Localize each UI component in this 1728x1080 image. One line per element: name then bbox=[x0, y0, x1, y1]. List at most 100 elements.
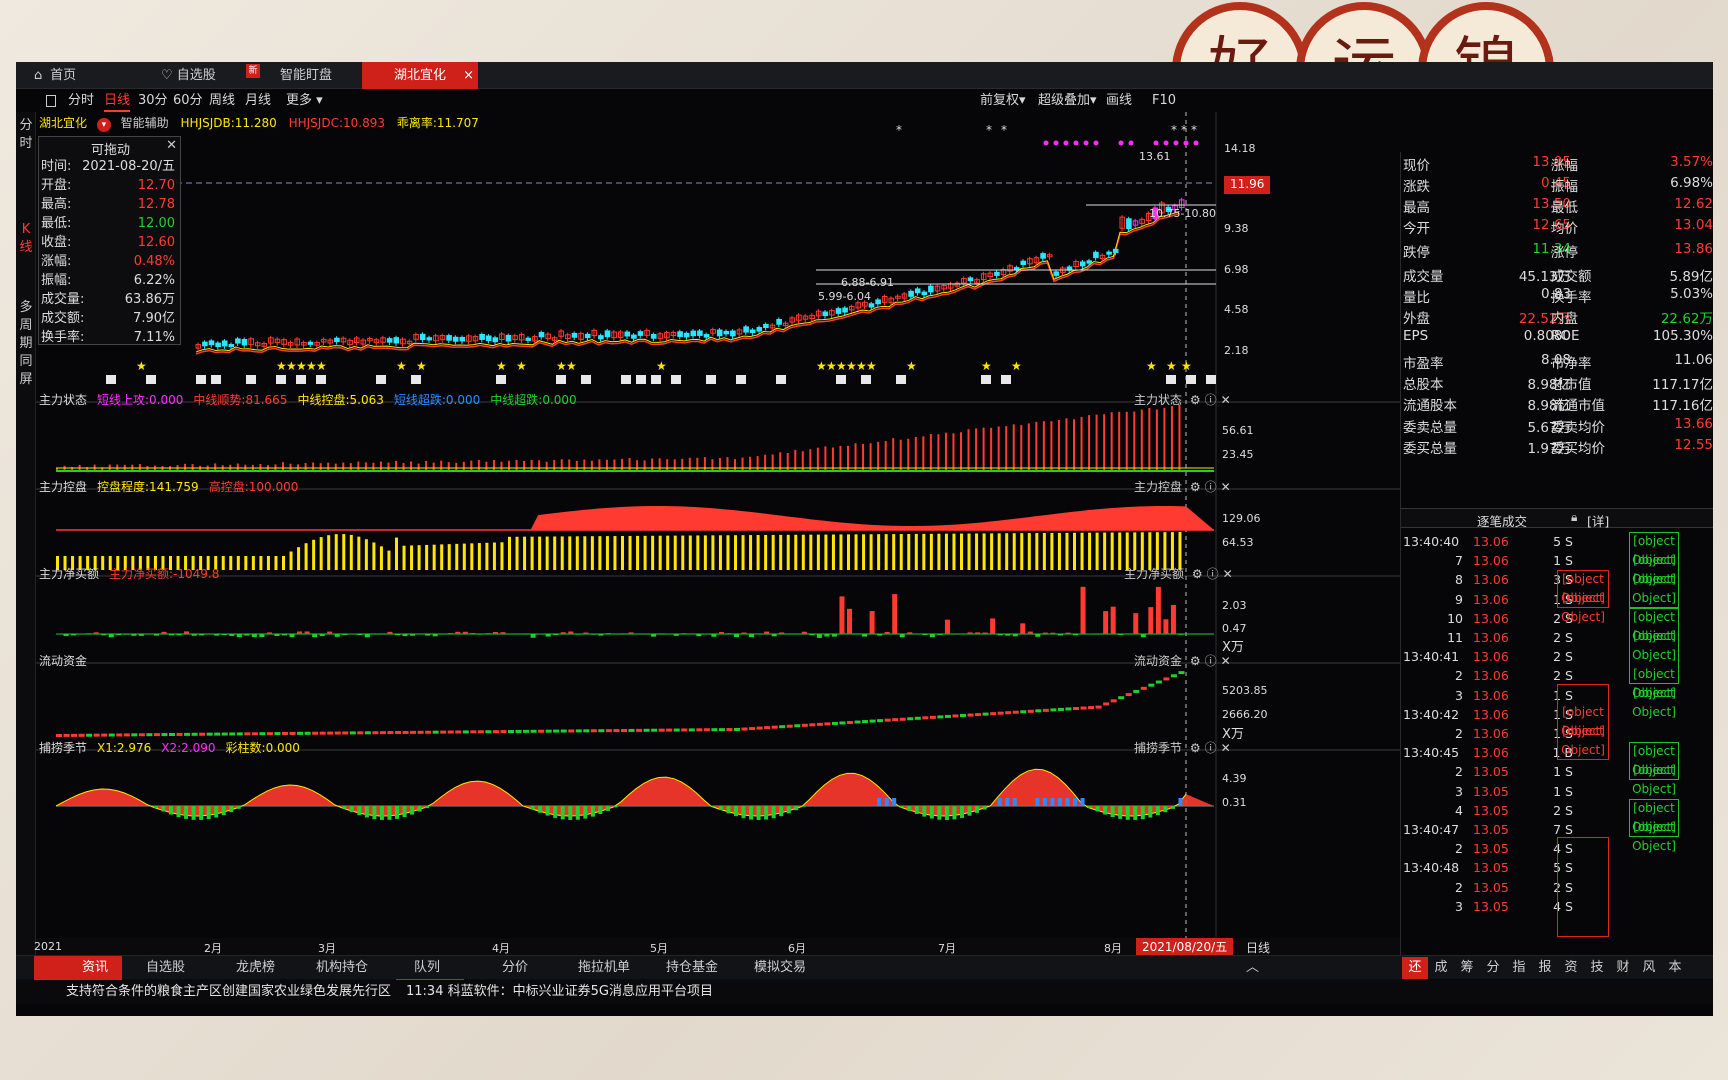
strip-kline[interactable]: K bbox=[19, 222, 33, 238]
nav-tab[interactable]: 队列 bbox=[414, 956, 440, 980]
ohlc-tooltip[interactable]: 可拖动 ✕ 时间: 2021-08-20/五 开盘: 12.70 最高: 12.78 最低:… bbox=[38, 136, 181, 345]
side-icon[interactable]: 技 bbox=[1584, 957, 1610, 979]
control-bar bbox=[462, 543, 466, 570]
panel-right-control[interactable]: 主力控盘 ⚙ ⓘ ✕ bbox=[1134, 478, 1231, 495]
netbuy-bar bbox=[1118, 634, 1124, 635]
panel-right-netbuy[interactable]: 主力净买额 ⚙ ⓘ ✕ bbox=[1124, 565, 1233, 582]
quote-value: 22.62万 bbox=[1660, 311, 1713, 327]
close-icon[interactable]: ✕ bbox=[166, 138, 177, 153]
help-icon[interactable]: ⓘ bbox=[1205, 393, 1217, 407]
nav-tab[interactable]: 自选股 bbox=[146, 956, 185, 980]
strip-intraday[interactable]: 分 bbox=[19, 118, 33, 134]
f10-button[interactable]: F10 bbox=[1152, 90, 1176, 112]
ticker-left[interactable]: 支持符合条件的粮食主产区创建国家农业绿色发展先行区 bbox=[66, 980, 391, 1004]
panel-right-season[interactable]: 捕捞季节 ⚙ ⓘ ✕ bbox=[1134, 739, 1231, 756]
ticks-detail-link[interactable]: [详] bbox=[1587, 511, 1609, 530]
help-icon[interactable]: ⓘ bbox=[1205, 741, 1217, 755]
signal-dot bbox=[1193, 140, 1199, 146]
tick-price: 13.06 bbox=[1473, 706, 1509, 722]
smart-assist[interactable]: 智能辅助 bbox=[121, 116, 169, 130]
signal-box bbox=[651, 375, 661, 384]
control-bar bbox=[410, 545, 414, 570]
help-icon[interactable]: ⓘ bbox=[1205, 480, 1217, 494]
layout-icon[interactable] bbox=[46, 90, 58, 112]
netbuy-bar bbox=[869, 611, 875, 634]
state-bar bbox=[191, 464, 194, 470]
chevron-down-icon[interactable]: ▾ bbox=[96, 118, 111, 132]
date-tick: 2021 bbox=[34, 940, 62, 953]
help-icon[interactable]: ⓘ bbox=[1205, 654, 1217, 668]
gear-icon[interactable]: ⚙ bbox=[1190, 654, 1201, 668]
panel-right-state[interactable]: 主力状态 ⚙ ⓘ ✕ bbox=[1134, 391, 1231, 408]
close-icon[interactable]: × bbox=[463, 62, 474, 89]
draw-button[interactable]: 画线 bbox=[1106, 90, 1132, 112]
side-icon[interactable]: 本 bbox=[1662, 957, 1688, 979]
side-icon[interactable]: 分 bbox=[1480, 957, 1506, 979]
period-monthly[interactable]: 月线 bbox=[245, 90, 271, 112]
season-bar-green bbox=[756, 806, 761, 820]
help-icon[interactable]: ⓘ bbox=[1207, 567, 1219, 581]
nav-tab[interactable]: 资讯 bbox=[34, 956, 122, 980]
liquidity-mark bbox=[402, 730, 409, 734]
panel-right-liquidity[interactable]: 流动资金 ⚙ ⓘ ✕ bbox=[1134, 652, 1231, 669]
side-icon[interactable]: 指 bbox=[1506, 957, 1532, 979]
liquidity-mark bbox=[78, 733, 85, 737]
lock-icon[interactable]: 🔒︎ bbox=[1571, 510, 1577, 525]
close-icon[interactable]: ✕ bbox=[1221, 480, 1231, 494]
overlay-menu[interactable]: 超级叠加▾ bbox=[1038, 90, 1097, 112]
tab-home[interactable]: ⌂ 首页 bbox=[34, 62, 104, 89]
nav-tab[interactable]: 龙虎榜 bbox=[236, 956, 275, 980]
side-icon[interactable]: 财 bbox=[1610, 957, 1636, 979]
state-bar bbox=[816, 447, 819, 470]
side-icon[interactable]: 报 bbox=[1532, 957, 1558, 979]
candle-body bbox=[1040, 253, 1046, 259]
netbuy-bar bbox=[1042, 632, 1048, 634]
period-intraday[interactable]: 分时 bbox=[68, 90, 94, 112]
period-60min[interactable]: 60分 bbox=[173, 90, 203, 112]
state-bar bbox=[259, 463, 262, 470]
liquidity-mark bbox=[944, 714, 951, 718]
gear-icon[interactable]: ⚙ bbox=[1190, 480, 1201, 494]
ticker-right[interactable]: 11:34 科蓝软件：中标兴业证券5G消息应用平台项目 bbox=[406, 980, 713, 1004]
nav-tab[interactable]: 机构持仓 bbox=[316, 956, 368, 980]
adjust-menu[interactable]: 前复权▾ bbox=[980, 90, 1026, 112]
side-icons: 还成筹分指报资技财风本 bbox=[1400, 957, 1713, 979]
side-icon[interactable]: 风 bbox=[1636, 957, 1662, 979]
nav-tab[interactable]: 模拟交易 bbox=[754, 956, 806, 980]
nav-tab[interactable]: 拖拉机单 bbox=[578, 956, 630, 980]
date-tick: 8月 bbox=[1104, 942, 1122, 955]
season-bar-green bbox=[726, 806, 731, 814]
gear-icon[interactable]: ⚙ bbox=[1190, 393, 1201, 407]
side-icon[interactable]: 资 bbox=[1558, 957, 1584, 979]
netbuy-bar bbox=[523, 634, 529, 635]
tick-volume: 2 S bbox=[1553, 802, 1573, 818]
period-daily[interactable]: 日线 bbox=[104, 90, 131, 112]
season-bar-green bbox=[568, 806, 573, 820]
tab-stock[interactable]: 湖北宜化 × bbox=[362, 62, 478, 89]
signal-star: ★ bbox=[866, 359, 877, 373]
side-icon[interactable]: 还 bbox=[1402, 957, 1428, 979]
close-icon[interactable]: ✕ bbox=[1221, 741, 1231, 755]
control-bar bbox=[402, 545, 406, 570]
chevron-up-icon[interactable]: ︿ bbox=[1246, 956, 1259, 980]
tab-smart-watch[interactable]: 智能盯盘 bbox=[280, 62, 370, 89]
side-icon[interactable]: 筹 bbox=[1454, 957, 1480, 979]
nav-tab[interactable]: 持仓基金 bbox=[666, 956, 718, 980]
gear-icon[interactable]: ⚙ bbox=[1192, 567, 1203, 581]
season-bar-green bbox=[538, 806, 543, 813]
signal-box bbox=[981, 375, 991, 384]
netbuy-bar bbox=[402, 634, 408, 637]
gear-icon[interactable]: ⚙ bbox=[1190, 741, 1201, 755]
season-bar-blue bbox=[1065, 798, 1070, 806]
nav-tab[interactable]: 分价 bbox=[502, 956, 528, 980]
period-30min[interactable]: 30分 bbox=[138, 90, 168, 112]
period-weekly[interactable]: 周线 bbox=[209, 90, 235, 112]
tab-watchlist[interactable]: ♡ 自选股 bbox=[161, 62, 231, 89]
period-more[interactable]: 更多 ▾ bbox=[286, 90, 323, 112]
close-icon[interactable]: ✕ bbox=[1221, 393, 1231, 407]
close-icon[interactable]: ✕ bbox=[1223, 567, 1233, 581]
close-icon[interactable]: ✕ bbox=[1221, 654, 1231, 668]
side-icon[interactable]: 成 bbox=[1428, 957, 1454, 979]
strip-multi[interactable]: 多 bbox=[19, 300, 33, 316]
chart-canvas[interactable]: ★ ★ ★ ★ ★ ★ ★ ★ ★ ★ ★ ★ ★ ★ ★ ★ ★ ★ ★ ★ ★ ★ ★ ★ ★* * * * * * bbox=[36, 112, 1401, 938]
